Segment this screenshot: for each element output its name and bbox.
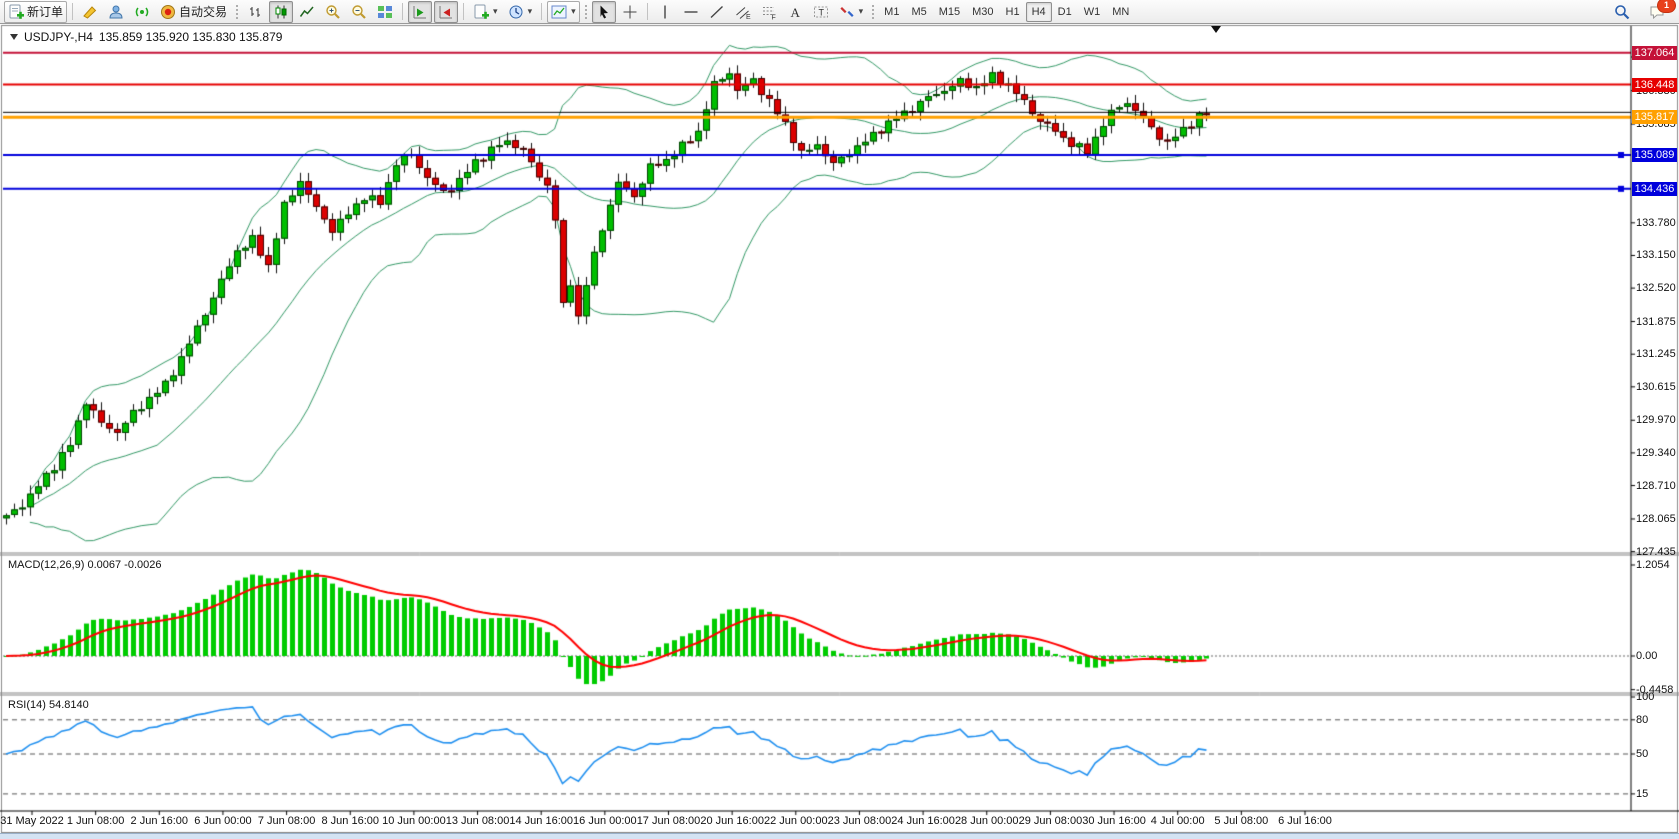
toolbar-separator <box>541 3 542 20</box>
crosshair-icon <box>622 4 638 20</box>
trading-terminal-window: 新订单 自动交易 <box>0 0 1679 839</box>
timeframe-d1-button[interactable]: D1 <box>1052 2 1078 22</box>
equidistant-channel-icon: E <box>735 4 751 20</box>
equidistant-channel-tool-button[interactable]: E <box>731 1 755 23</box>
market-button[interactable] <box>104 1 128 23</box>
svg-text:T: T <box>818 7 824 17</box>
zoom-in-button[interactable] <box>321 1 345 23</box>
notification-count-badge: 1 <box>1657 0 1676 13</box>
crosshair-button[interactable] <box>618 1 642 23</box>
arrows-tool-button[interactable]: ▾ <box>835 1 868 23</box>
zoom-in-icon <box>325 4 341 20</box>
indicators-icon <box>551 4 567 20</box>
timeframe-mn-button[interactable]: MN <box>1106 2 1135 22</box>
market-icon <box>108 4 124 20</box>
timeframe-m5-button[interactable]: M5 <box>905 2 932 22</box>
horizontal-line-tool-button[interactable] <box>679 1 703 23</box>
window-bottom-edge <box>0 833 1679 839</box>
price-chart-canvas[interactable] <box>0 24 1679 839</box>
vertical-line-icon <box>657 4 673 20</box>
main-toolbar: 新订单 自动交易 <box>0 0 1679 24</box>
metaeditor-icon <box>82 4 98 20</box>
line-chart-icon <box>299 4 315 20</box>
toolbar-grip[interactable] <box>235 4 239 20</box>
candlestick-chart-icon <box>273 4 289 20</box>
chart-shift-button[interactable] <box>434 1 458 23</box>
toolbar-separator <box>463 3 464 20</box>
new-chart-button[interactable]: ▾ <box>469 1 502 23</box>
toolbar-right-tools: 1 <box>1609 1 1671 23</box>
search-icon <box>1614 4 1630 20</box>
chart-shift-icon <box>438 4 454 20</box>
toolbar-separator <box>72 3 73 20</box>
new-order-label: 新订单 <box>27 3 63 20</box>
bar-chart-button[interactable] <box>243 1 267 23</box>
text-tool-icon: A <box>787 4 803 20</box>
timeframe-h1-button[interactable]: H1 <box>1000 2 1026 22</box>
text-label-icon: T <box>813 4 829 20</box>
arrows-tool-icon <box>839 4 855 20</box>
dropdown-arrow-icon: ▾ <box>859 6 864 17</box>
timeframe-m30-button[interactable]: M30 <box>966 2 999 22</box>
dropdown-arrow-icon: ▾ <box>493 6 498 17</box>
signals-icon <box>134 4 150 20</box>
new-chart-icon <box>473 4 489 20</box>
search-button[interactable] <box>1610 1 1634 23</box>
cursor-icon <box>596 4 612 20</box>
line-chart-button[interactable] <box>295 1 319 23</box>
zoom-out-button[interactable] <box>347 1 371 23</box>
indicators-button[interactable]: ▾ <box>547 1 580 23</box>
fibonacci-tool-button[interactable]: F <box>757 1 781 23</box>
notifications-button[interactable]: 1 <box>1645 1 1670 23</box>
metaeditor-button[interactable] <box>78 1 102 23</box>
vertical-line-tool-button[interactable] <box>653 1 677 23</box>
candlestick-chart-button[interactable] <box>269 1 293 23</box>
text-tool-button[interactable]: A <box>783 1 807 23</box>
svg-text:E: E <box>746 14 751 20</box>
auto-scroll-button[interactable] <box>408 1 432 23</box>
text-label-tool-button[interactable]: T <box>809 1 833 23</box>
svg-text:A: A <box>790 5 800 20</box>
dropdown-arrow-icon: ▾ <box>528 6 533 17</box>
auto-trading-label: 自动交易 <box>179 3 227 20</box>
trendline-icon <box>709 4 725 20</box>
bar-chart-icon <box>247 4 263 20</box>
timeframe-m15-button[interactable]: M15 <box>933 2 966 22</box>
horizontal-line-icon <box>683 4 699 20</box>
auto-scroll-icon <box>412 4 428 20</box>
fibonacci-icon: F <box>761 4 777 20</box>
new-order-button[interactable]: 新订单 <box>4 1 67 23</box>
new-order-icon <box>8 4 24 20</box>
cursor-button[interactable] <box>592 1 616 23</box>
auto-trading-icon <box>160 4 176 20</box>
zoom-out-icon <box>351 4 367 20</box>
trendline-tool-button[interactable] <box>705 1 729 23</box>
toolbar-grip[interactable] <box>871 4 875 20</box>
timeframe-w1-button[interactable]: W1 <box>1078 2 1107 22</box>
tile-windows-button[interactable] <box>373 1 397 23</box>
tile-windows-icon <box>377 4 393 20</box>
svg-text:F: F <box>771 14 775 20</box>
toolbar-grip[interactable] <box>584 4 588 20</box>
auto-trading-button[interactable]: 自动交易 <box>156 1 231 23</box>
signals-button[interactable] <box>130 1 154 23</box>
timeframe-m1-button[interactable]: M1 <box>878 2 905 22</box>
clock-icon <box>508 4 524 20</box>
profiles-button[interactable]: ▾ <box>504 1 537 23</box>
dropdown-arrow-icon: ▾ <box>571 6 576 17</box>
timeframe-h4-button[interactable]: H4 <box>1026 2 1052 22</box>
toolbar-separator <box>402 3 403 20</box>
toolbar-separator <box>647 3 648 20</box>
